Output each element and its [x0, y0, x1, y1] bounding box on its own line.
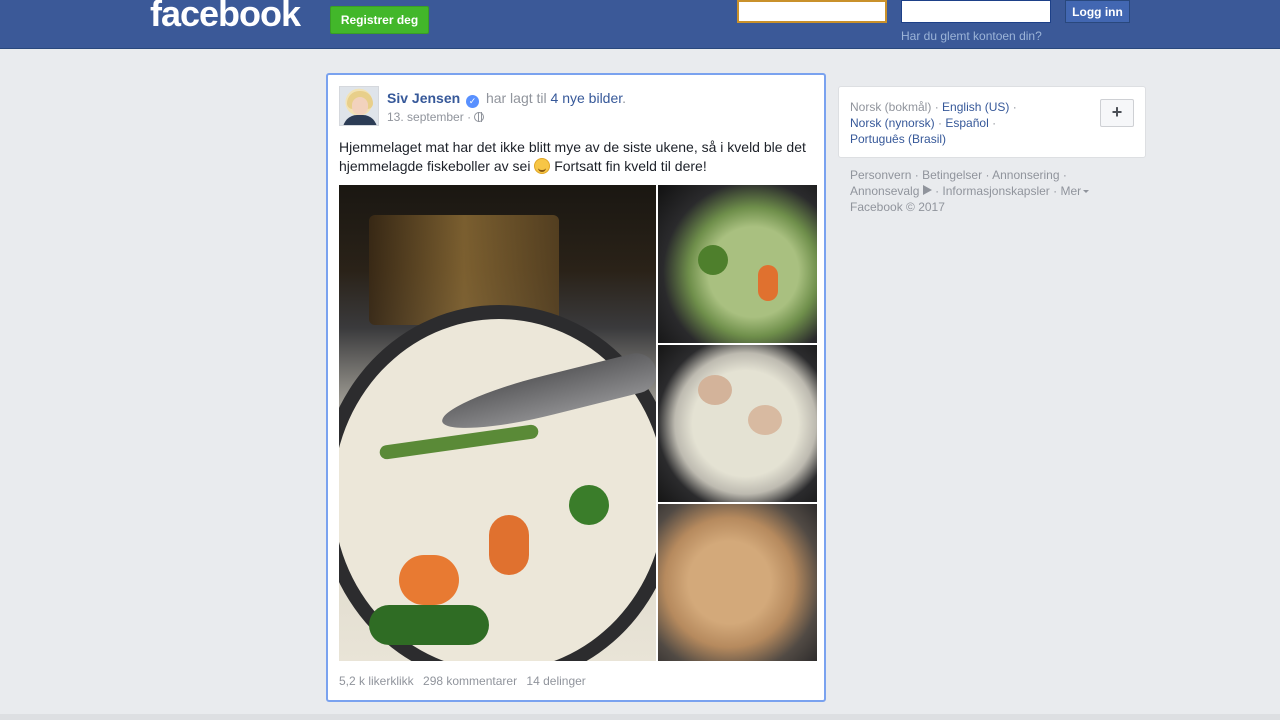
- register-button[interactable]: Registrer deg: [330, 6, 429, 34]
- photo-main[interactable]: [339, 185, 656, 661]
- avatar[interactable]: [339, 86, 379, 126]
- footer-ad-choices[interactable]: Annonsevalg: [850, 184, 919, 198]
- comments-count[interactable]: 298 kommentarer: [423, 674, 517, 688]
- password-field[interactable]: [901, 0, 1051, 23]
- post-card: Siv Jensen ✓ har lagt til 4 nye bilder. …: [326, 73, 826, 702]
- footer-cookies[interactable]: Informasjonskapsler: [942, 184, 1049, 198]
- language-dot: ·: [1012, 100, 1017, 114]
- language-box: Norsk (bokmål) · English (US) · Norsk (n…: [838, 86, 1146, 158]
- verified-badge-icon: ✓: [466, 95, 480, 108]
- meta-separator: ·: [467, 110, 472, 124]
- language-english[interactable]: English (US): [942, 100, 1009, 114]
- bottom-divider: [0, 714, 1280, 720]
- language-dot: ·: [934, 100, 939, 114]
- language-nynorsk[interactable]: Norsk (nynorsk): [850, 116, 935, 130]
- avatar-face: [352, 97, 368, 115]
- photo-carrot: [758, 265, 778, 301]
- forgot-account-link[interactable]: Har du glemt kontoen din?: [901, 29, 1042, 43]
- post-action-period: .: [622, 90, 627, 106]
- photo-carrot-2: [399, 555, 459, 605]
- footer-advertising[interactable]: Annonsering: [992, 168, 1059, 182]
- footer-dot: ·: [935, 184, 940, 198]
- footer-links: Personvern · Betingelser · Annonsering ·…: [850, 167, 1120, 215]
- photo-thumb-1[interactable]: [658, 185, 817, 343]
- photo-broccoli: [698, 245, 728, 275]
- adchoices-icon[interactable]: [922, 185, 932, 195]
- email-field[interactable]: [737, 0, 887, 23]
- post-text: Hjemmelaget mat har det ikke blitt mye a…: [339, 138, 817, 176]
- author-name[interactable]: Siv Jensen: [387, 90, 460, 106]
- post-text-part2: Fortsatt fin kveld til dere!: [554, 158, 707, 174]
- photo-thumb-2[interactable]: [658, 345, 817, 502]
- likes-count[interactable]: 5,2 k likerklikk: [339, 674, 414, 688]
- footer-privacy[interactable]: Personvern: [850, 168, 911, 182]
- footer-dot: ·: [1053, 184, 1058, 198]
- footer-dot: ·: [1062, 168, 1067, 182]
- smiling-emoji-icon: [534, 158, 551, 174]
- photo-carrot: [489, 515, 529, 575]
- photo-thumb-3[interactable]: [658, 504, 817, 661]
- language-dot: ·: [938, 116, 943, 130]
- language-portuguese[interactable]: Português (Brasil): [850, 132, 946, 146]
- photo-fishball: [698, 375, 732, 405]
- footer-terms[interactable]: Betingelser: [922, 168, 982, 182]
- post-action-text: har lagt til: [485, 90, 547, 106]
- footer-more[interactable]: Mer: [1061, 184, 1082, 198]
- footer-dot: ·: [985, 168, 990, 182]
- language-dot: ·: [992, 116, 997, 130]
- photo-broccoli: [369, 605, 489, 645]
- top-bar: facebook Registrer deg Logg inn Har du g…: [0, 0, 1280, 49]
- caret-down-icon[interactable]: [1083, 190, 1090, 193]
- footer-copyright: Facebook © 2017: [850, 200, 945, 214]
- post-header: Siv Jensen ✓ har lagt til 4 nye bilder.: [387, 89, 626, 108]
- login-button[interactable]: Logg inn: [1065, 0, 1130, 23]
- facebook-logo[interactable]: facebook: [150, 0, 301, 35]
- more-languages-button[interactable]: +: [1100, 99, 1134, 127]
- language-spanish[interactable]: Español: [945, 116, 988, 130]
- post-date[interactable]: 13. september: [387, 110, 464, 124]
- photo-broccoli-2: [569, 485, 609, 525]
- footer-dot: ·: [914, 168, 919, 182]
- photo-fishball-2: [748, 405, 782, 435]
- language-list: Norsk (bokmål) · English (US) · Norsk (n…: [850, 99, 1050, 147]
- language-current: Norsk (bokmål): [850, 100, 932, 114]
- avatar-shoulders: [343, 115, 377, 125]
- photos-link[interactable]: 4 nye bilder: [551, 90, 623, 106]
- post-stats: 5,2 k likerklikk 298 kommentarer 14 deli…: [339, 674, 592, 688]
- shares-count[interactable]: 14 delinger: [526, 674, 585, 688]
- globe-icon[interactable]: [474, 112, 485, 122]
- post-meta: 13. september ·: [387, 109, 485, 125]
